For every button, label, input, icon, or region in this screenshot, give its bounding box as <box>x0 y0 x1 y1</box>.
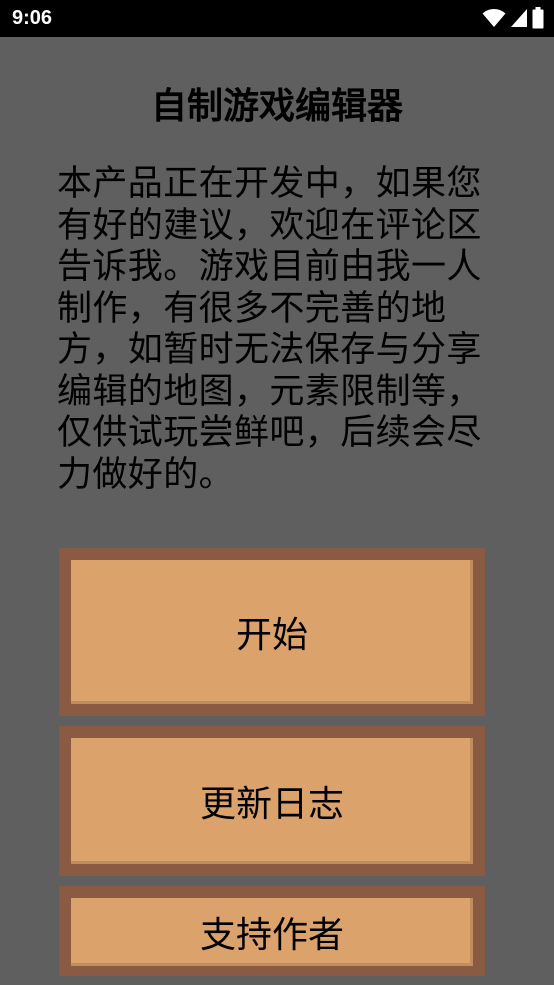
battery-icon <box>532 7 544 29</box>
status-icons <box>482 7 544 29</box>
support-author-button-label: 支持作者 <box>199 915 344 956</box>
status-time: 9:06 <box>12 7 53 29</box>
changelog-button[interactable]: 更新日志 <box>59 726 485 876</box>
page-title: 自制游戏编辑器 <box>150 86 403 127</box>
status-bar: 9:06 <box>0 0 554 37</box>
support-author-button[interactable]: 支持作者 <box>59 886 485 976</box>
signal-icon <box>510 8 528 28</box>
start-button-label: 开始 <box>235 615 308 656</box>
wifi-icon <box>482 8 506 28</box>
changelog-button-label: 更新日志 <box>199 784 344 825</box>
start-button[interactable]: 开始 <box>59 548 485 716</box>
development-notice: 本产品正在开发中，如果您有好的建议，欢迎在评论区告诉我。游戏目前由我一人制作，有… <box>57 164 482 495</box>
